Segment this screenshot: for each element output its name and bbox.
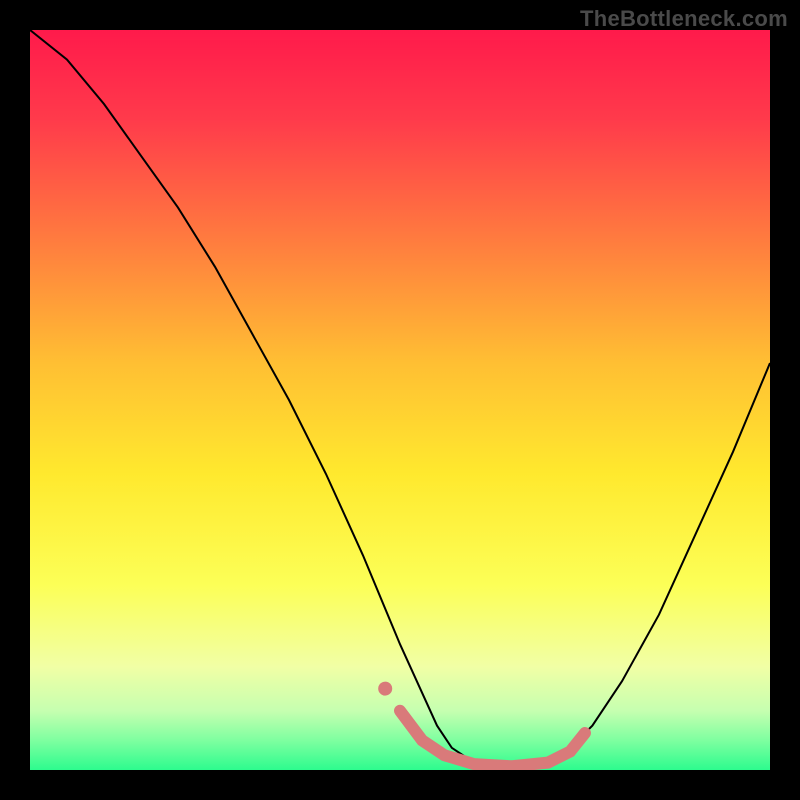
chart-stage: TheBottleneck.com — [0, 0, 800, 800]
curve-layer — [30, 30, 770, 770]
optimal-band — [400, 711, 585, 767]
bottleneck-curve — [30, 30, 770, 770]
plot-area — [30, 30, 770, 770]
watermark-text: TheBottleneck.com — [580, 6, 788, 32]
optimal-dot-left — [378, 682, 392, 696]
